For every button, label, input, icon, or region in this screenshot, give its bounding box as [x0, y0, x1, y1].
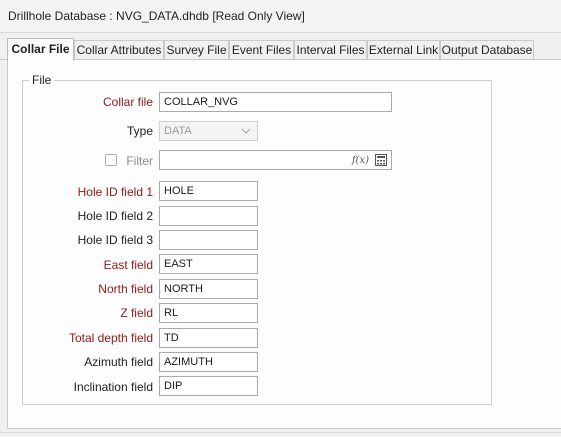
azimuth-field-label: Azimuth field: [84, 355, 153, 369]
window-title: Drillhole Database : NVG_DATA.dhdb [Read…: [8, 9, 305, 23]
total-depth-label: Total depth field: [68, 331, 153, 345]
z-field-input[interactable]: RL: [159, 303, 258, 323]
north-field-label: North field: [98, 282, 153, 296]
azimuth-field-input[interactable]: AZIMUTH: [159, 352, 258, 372]
total-depth-input[interactable]: TD: [159, 328, 258, 348]
tab-collar-file[interactable]: Collar File: [7, 38, 74, 61]
inclination-field-label: Inclination field: [73, 380, 153, 394]
collar-file-label: Collar file: [102, 95, 153, 109]
bottom-divider: [0, 432, 561, 433]
filter-label: Filter: [126, 154, 153, 168]
inclination-field-input[interactable]: DIP: [159, 376, 258, 396]
hole-id-2-label: Hole ID field 2: [77, 209, 153, 223]
hole-id-3-input[interactable]: [159, 230, 258, 250]
collar-file-input[interactable]: COLLAR_NVG: [159, 92, 392, 112]
fx-icon[interactable]: f(x): [352, 152, 369, 170]
title-bar: Drillhole Database : NVG_DATA.dhdb [Read…: [0, 0, 561, 33]
type-label: Type: [126, 124, 153, 138]
north-field-input[interactable]: NORTH: [159, 279, 258, 299]
tab-collar-attributes[interactable]: Collar Attributes: [74, 40, 164, 59]
hole-id-1-label: Hole ID field 1: [77, 185, 153, 199]
calculator-icon[interactable]: [375, 154, 387, 166]
hole-id-3-label: Hole ID field 3: [77, 233, 153, 247]
east-field-input[interactable]: EAST: [159, 254, 258, 274]
tab-interval-files[interactable]: Interval Files: [294, 40, 367, 59]
filter-checkbox[interactable]: [105, 154, 117, 166]
z-field-label: Z field: [120, 306, 153, 320]
tab-survey-file[interactable]: Survey File: [164, 40, 229, 59]
type-select[interactable]: DATA: [159, 121, 258, 141]
tab-strip: Collar File Collar Attributes Survey Fil…: [0, 38, 561, 61]
type-select-value: DATA: [164, 125, 192, 137]
group-label-file: File: [29, 73, 55, 87]
tab-event-files[interactable]: Event Files: [229, 40, 294, 59]
hole-id-1-input[interactable]: HOLE: [159, 181, 258, 201]
tab-external-link[interactable]: External Link: [367, 40, 440, 59]
east-field-label: East field: [103, 258, 153, 272]
tab-output-database[interactable]: Output Database: [440, 40, 534, 59]
chevron-down-icon: [241, 128, 251, 134]
hole-id-2-input[interactable]: [159, 206, 258, 226]
filter-input[interactable]: f(x): [159, 150, 392, 170]
